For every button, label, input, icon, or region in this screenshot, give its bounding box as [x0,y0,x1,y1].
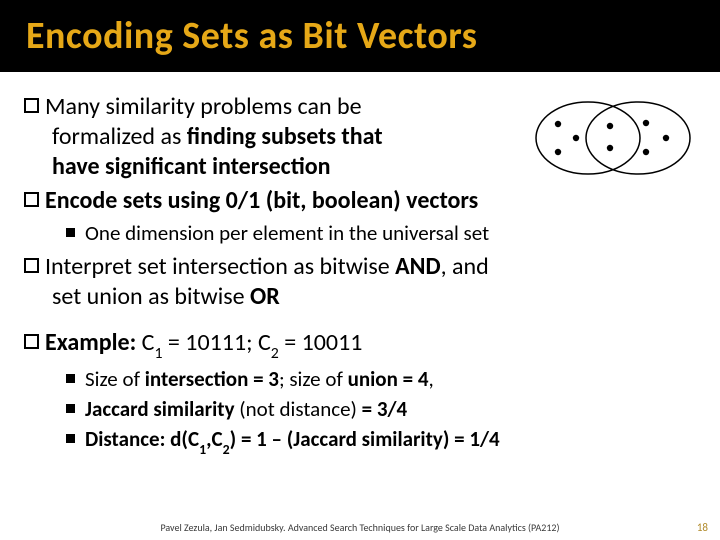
sub-bullet-icon [66,404,75,413]
bullet-2: Encode sets using 0/1 (bit, boolean) vec… [24,186,696,216]
footer-attribution: Pavel Zezula, Jan Sedmidubsky. Advanced … [0,521,720,534]
ex-sub-3: Distance: d(C1,C2) = 1 – (Jaccard simila… [66,426,696,456]
page-number: 18 [697,521,708,534]
sub-bullet-icon [66,374,75,383]
bullet-icon [24,192,39,207]
sub-bullet-icon [66,228,75,237]
venn-diagram [528,96,698,180]
bullet-example: Example: C1 = 10111; C2 = 10011 [24,328,696,362]
bullet-3: Interpret set intersection as bitwise AN… [24,252,696,312]
ex-sub-1: Size of intersection = 3; size of union … [66,366,696,392]
bullet-icon [24,334,39,349]
sub-bullet-icon [66,434,75,443]
slide-title: Encoding Sets as Bit Vectors [26,13,477,59]
bullet-2-sub: One dimension per element in the univers… [24,220,696,246]
example-subs: Size of intersection = 3; size of union … [24,366,696,456]
bullet-icon [24,98,39,113]
title-bar: Encoding Sets as Bit Vectors [0,0,720,72]
bullet-icon [24,258,39,273]
ex-sub-2: Jaccard similarity (not distance) = 3/4 [66,396,696,422]
text: Many similarity problems can be [45,92,362,121]
